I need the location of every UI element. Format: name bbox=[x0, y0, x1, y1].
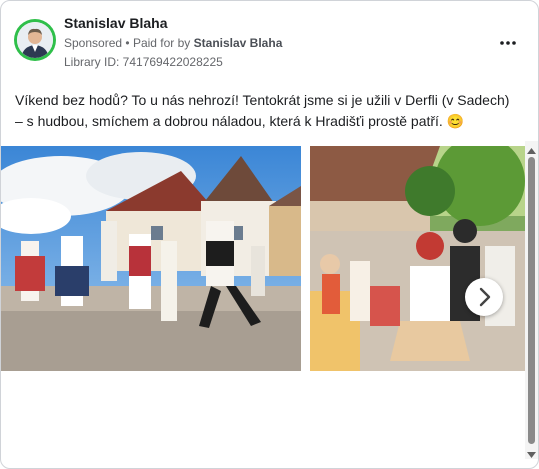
scroll-up-arrow-icon bbox=[527, 148, 536, 154]
separator-dot: • bbox=[125, 36, 133, 50]
paid-for-name[interactable]: Stanislav Blaha bbox=[194, 36, 283, 50]
post-text: Víkend bez hodů? To u nás nehrozí! Tento… bbox=[15, 92, 510, 129]
advertiser-name[interactable]: Stanislav Blaha bbox=[64, 15, 168, 31]
chevron-right-icon bbox=[479, 287, 491, 307]
scroll-down-button[interactable] bbox=[525, 447, 538, 458]
library-id: Library ID: 741769422028225 bbox=[64, 55, 223, 69]
carousel-image-2[interactable] bbox=[310, 146, 525, 371]
scroll-down-arrow-icon bbox=[527, 452, 536, 458]
more-options-icon bbox=[500, 41, 516, 45]
sponsored-line: Sponsored • Paid for by Stanislav Blaha bbox=[64, 36, 282, 50]
paid-for-prefix: Paid for by bbox=[132, 36, 191, 50]
avatar[interactable] bbox=[14, 19, 56, 61]
sponsored-label: Sponsored bbox=[64, 36, 123, 50]
scrollbar[interactable] bbox=[525, 141, 538, 459]
scroll-up-button[interactable] bbox=[525, 143, 538, 154]
more-options-button[interactable] bbox=[495, 29, 521, 49]
carousel-image-1[interactable] bbox=[1, 146, 301, 371]
image-carousel bbox=[1, 146, 525, 371]
avatar-photo bbox=[17, 22, 53, 58]
scrollbar-thumb[interactable] bbox=[528, 157, 535, 444]
ad-card: Stanislav Blaha Sponsored • Paid for by … bbox=[0, 0, 539, 469]
carousel-next-button[interactable] bbox=[465, 278, 503, 316]
